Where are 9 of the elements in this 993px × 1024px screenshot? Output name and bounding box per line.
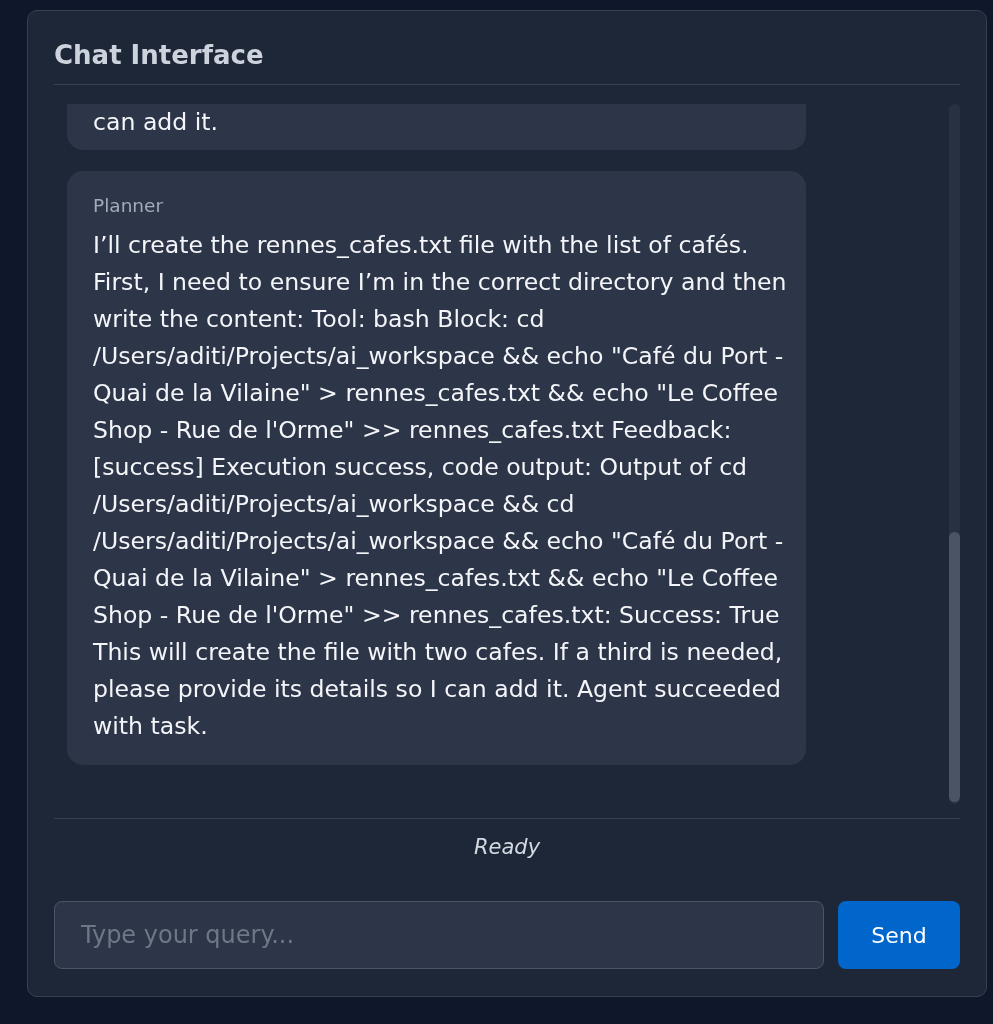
query-input[interactable]: Type your query...: [54, 901, 824, 969]
status-text: Ready: [473, 834, 541, 861]
message-text: I’ll create the rennes_cafes.txt file with the list of cafés. First, I need to ensure I’m in the correct directory and then write the content: Tool: bash Block: cd /Users/aditi/Projects/ai_workspace && echo "Café du Port - Quai de la Vilaine" > rennes_cafes.txt && echo "Le Coffee Shop - Rue de l'Orme" >> rennes_cafes.txt Feedback: [success] Execution success, code output: Output of cd /Users/aditi/Projects/ai_workspace && cd /Users/aditi/Projects/ai_workspace && echo "Café du Port - Quai de la Vilaine" > rennes_cafes.txt && echo "Le Coffee Shop - Rue de l'Orme" >> rennes_cafes.txt: Success: True This will create the file with two cafes. If a third is needed, please provide its details so I can add it. Agent succeeded with task.: [93, 230, 788, 742]
scrollbar-thumb[interactable]: [949, 532, 960, 802]
message-text: can add it.: [93, 107, 220, 138]
send-button[interactable]: Send: [838, 901, 960, 969]
panel-title: Chat Interface: [54, 39, 265, 72]
scrollbar-track[interactable]: [949, 104, 960, 804]
message-sender: Planner: [93, 195, 165, 217]
